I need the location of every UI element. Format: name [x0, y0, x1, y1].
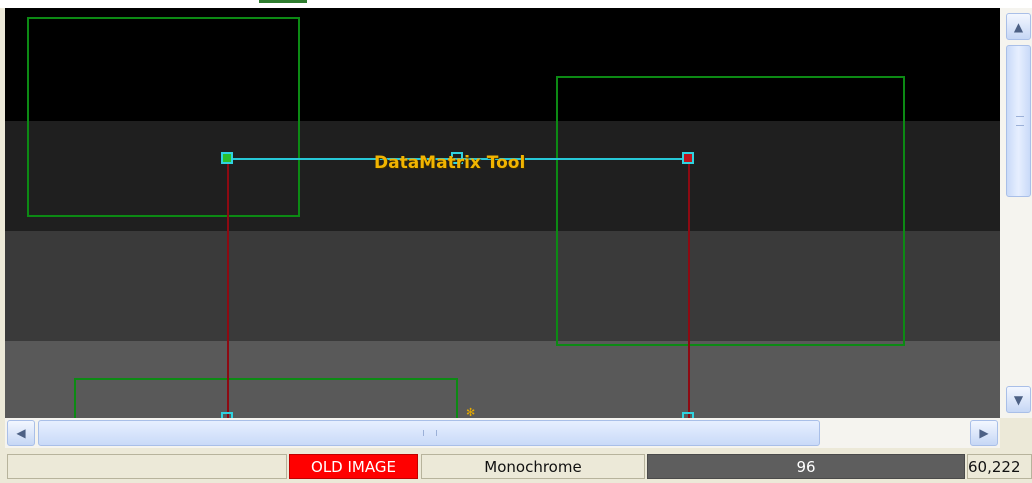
arrow-up-icon: ▲ — [1013, 19, 1024, 34]
roi-box-bottom[interactable] — [74, 378, 458, 418]
roi-box-top-left[interactable] — [27, 17, 300, 217]
scroll-down-button[interactable]: ▼ — [1006, 386, 1031, 413]
arrow-down-icon: ▼ — [1013, 392, 1024, 407]
scroll-right-button[interactable]: ▶ — [970, 420, 998, 446]
scroll-left-button[interactable]: ◀ — [7, 420, 35, 446]
pixel-value: 96 — [647, 454, 965, 479]
handle-green[interactable] — [221, 152, 233, 164]
handle-red[interactable] — [682, 152, 694, 164]
color-mode: Monochrome — [421, 454, 645, 479]
horizontal-scroll-thumb[interactable] — [38, 420, 820, 446]
image-viewer[interactable]: DataMatrix Tool ✻ — [5, 8, 1000, 418]
vertical-link-right — [688, 158, 690, 418]
image-state-badge: OLD IMAGE — [289, 454, 418, 479]
arrow-right-icon: ▶ — [979, 426, 989, 440]
arrow-left-icon: ◀ — [16, 426, 26, 440]
status-bar: OLD IMAGE Monochrome 96 60,222 — [0, 450, 1032, 483]
top-edge — [0, 0, 1032, 8]
vertical-link-left — [227, 158, 229, 418]
cursor-coordinates: 60,222 — [967, 454, 1032, 479]
roi-box-right[interactable] — [556, 76, 905, 346]
grip-icon — [423, 430, 437, 436]
tool-label: DataMatrix Tool — [374, 153, 526, 173]
status-blank — [7, 454, 287, 479]
grip-icon — [1016, 116, 1024, 126]
scroll-corner — [1000, 418, 1032, 448]
position-marker-icon: ✻ — [466, 406, 476, 418]
vertical-scroll-thumb[interactable] — [1006, 45, 1031, 197]
top-edge-marker — [259, 0, 307, 3]
scroll-up-button[interactable]: ▲ — [1006, 13, 1031, 40]
